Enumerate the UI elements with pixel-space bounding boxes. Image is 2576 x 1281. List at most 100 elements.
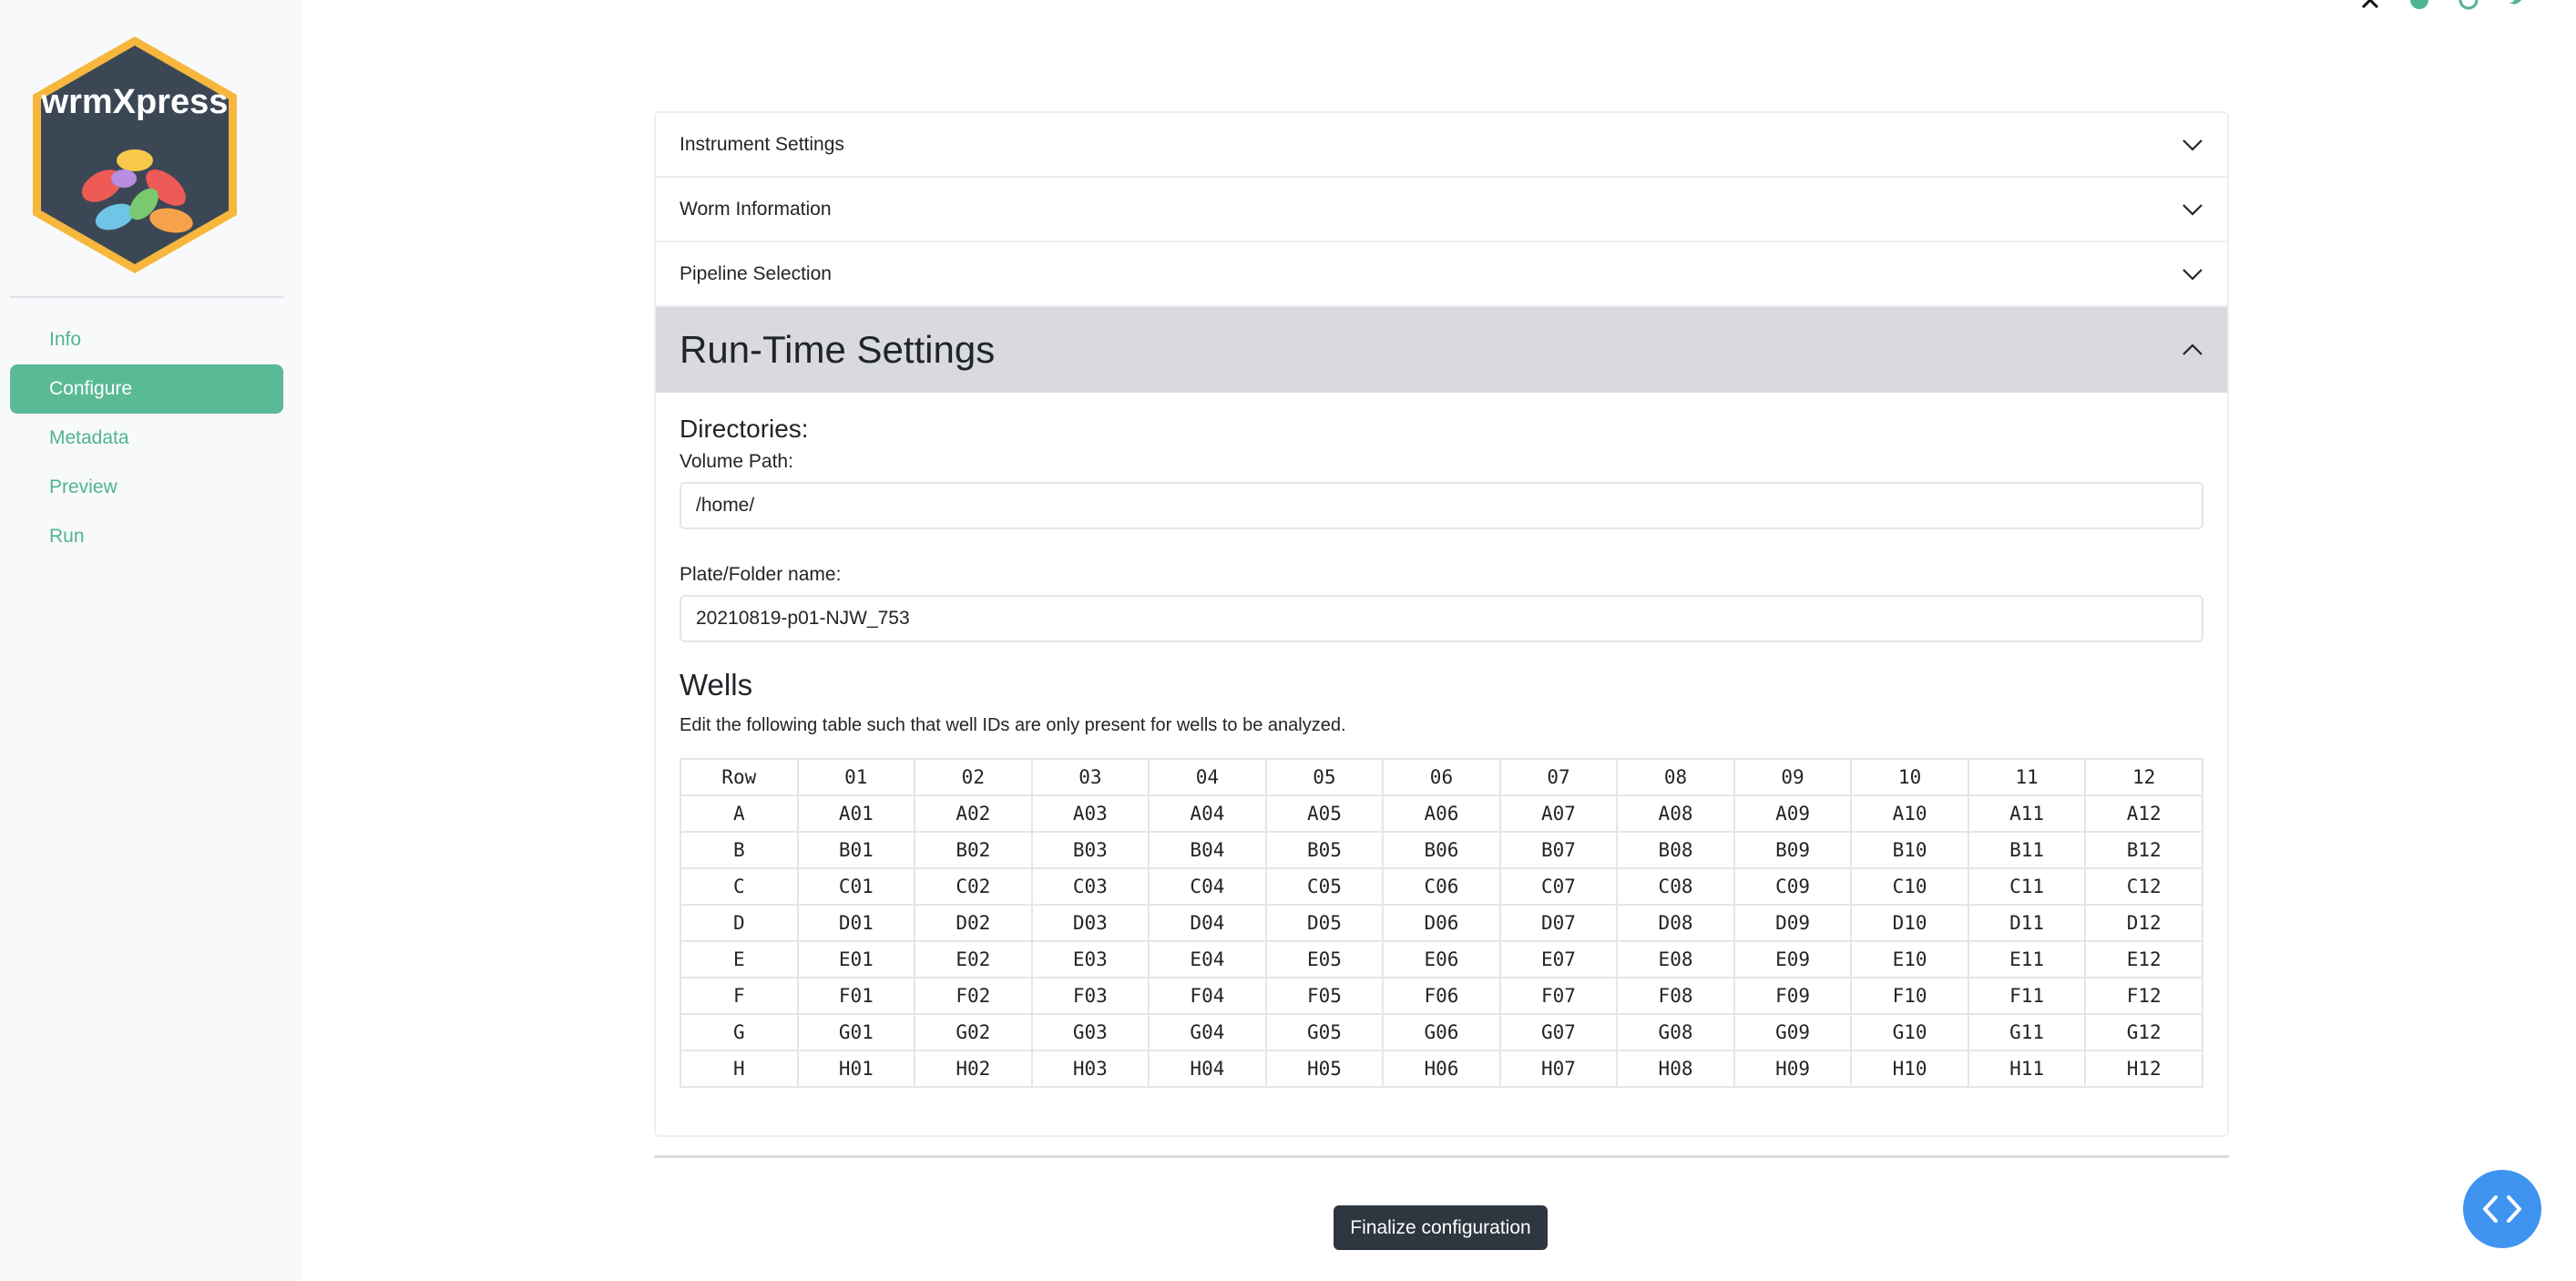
well-cell[interactable]: B07 (1498, 831, 1619, 869)
accordion-header-pipeline[interactable]: Pipeline Selection (656, 242, 2227, 305)
well-cell[interactable]: D10 (1850, 904, 1969, 942)
github-icon[interactable] (2458, 0, 2479, 11)
well-cell[interactable]: C06 (1382, 867, 1501, 906)
well-cell[interactable]: C10 (1850, 867, 1969, 906)
well-cell[interactable]: F02 (914, 977, 1033, 1015)
nav-item-run[interactable]: Run (10, 512, 283, 561)
well-cell[interactable]: E02 (914, 940, 1033, 979)
well-cell[interactable]: H01 (796, 1050, 916, 1088)
well-cell[interactable]: E07 (1498, 940, 1619, 979)
well-cell[interactable]: A01 (796, 794, 916, 833)
well-cell[interactable]: D12 (2084, 904, 2203, 942)
well-cell[interactable]: H12 (2084, 1050, 2203, 1088)
well-cell[interactable]: F08 (1616, 977, 1735, 1015)
well-cell[interactable]: B12 (2084, 831, 2203, 869)
well-cell[interactable]: G03 (1030, 1013, 1150, 1051)
accordion-header-worm[interactable]: Worm Information (656, 178, 2227, 241)
well-cell[interactable]: C11 (1967, 867, 2087, 906)
well-cell[interactable]: C09 (1733, 867, 1853, 906)
well-cell[interactable]: H07 (1498, 1050, 1619, 1088)
well-cell[interactable]: D05 (1264, 904, 1385, 942)
well-cell[interactable]: A11 (1967, 794, 2087, 833)
well-cell[interactable]: G10 (1850, 1013, 1969, 1051)
well-cell[interactable]: C05 (1264, 867, 1385, 906)
well-cell[interactable]: G06 (1382, 1013, 1501, 1051)
well-cell[interactable]: H05 (1264, 1050, 1385, 1088)
well-cell[interactable]: C12 (2084, 867, 2203, 906)
well-cell[interactable]: D03 (1030, 904, 1150, 942)
well-cell[interactable]: E10 (1850, 940, 1969, 979)
well-cell[interactable]: D07 (1498, 904, 1619, 942)
well-cell[interactable]: F10 (1850, 977, 1969, 1015)
well-cell[interactable]: B04 (1148, 831, 1267, 869)
well-cell[interactable]: D02 (914, 904, 1033, 942)
well-cell[interactable]: F03 (1030, 977, 1150, 1015)
well-cell[interactable]: A12 (2084, 794, 2203, 833)
well-cell[interactable]: H06 (1382, 1050, 1501, 1088)
accordion-header-instrument[interactable]: Instrument Settings (656, 113, 2227, 176)
accordion-header-runtime[interactable]: Run-Time Settings (656, 307, 2227, 393)
well-cell[interactable]: E12 (2084, 940, 2203, 979)
well-cell[interactable]: G02 (914, 1013, 1033, 1051)
well-cell[interactable]: B10 (1850, 831, 1969, 869)
well-cell[interactable]: H03 (1030, 1050, 1150, 1088)
well-cell[interactable]: D09 (1733, 904, 1853, 942)
well-cell[interactable]: E03 (1030, 940, 1150, 979)
well-cell[interactable]: H09 (1733, 1050, 1853, 1088)
well-cell[interactable]: G05 (1264, 1013, 1385, 1051)
well-cell[interactable]: E05 (1264, 940, 1385, 979)
nav-item-info[interactable]: Info (10, 315, 283, 364)
nav-item-preview[interactable]: Preview (10, 463, 283, 512)
well-cell[interactable]: G01 (796, 1013, 916, 1051)
well-cell[interactable]: A09 (1733, 794, 1853, 833)
well-cell[interactable]: E04 (1148, 940, 1267, 979)
well-cell[interactable]: A04 (1148, 794, 1267, 833)
well-cell[interactable]: G09 (1733, 1013, 1853, 1051)
well-cell[interactable]: F11 (1967, 977, 2087, 1015)
well-cell[interactable]: A02 (914, 794, 1033, 833)
well-cell[interactable]: C07 (1498, 867, 1619, 906)
well-cell[interactable]: D04 (1148, 904, 1267, 942)
well-cell[interactable]: H02 (914, 1050, 1033, 1088)
well-cell[interactable]: B02 (914, 831, 1033, 869)
well-cell[interactable]: B11 (1967, 831, 2087, 869)
well-cell[interactable]: A06 (1382, 794, 1501, 833)
well-cell[interactable]: F01 (796, 977, 916, 1015)
well-cell[interactable]: A05 (1264, 794, 1385, 833)
well-cell[interactable]: D06 (1382, 904, 1501, 942)
well-cell[interactable]: G11 (1967, 1013, 2087, 1051)
volume-path-input[interactable] (680, 482, 2203, 529)
well-cell[interactable]: C03 (1030, 867, 1150, 906)
well-cell[interactable]: F04 (1148, 977, 1267, 1015)
well-cell[interactable]: H04 (1148, 1050, 1267, 1088)
well-cell[interactable]: G07 (1498, 1013, 1619, 1051)
well-cell[interactable]: E06 (1382, 940, 1501, 979)
well-cell[interactable]: F05 (1264, 977, 1385, 1015)
well-cell[interactable]: H11 (1967, 1050, 2087, 1088)
well-cell[interactable]: A03 (1030, 794, 1150, 833)
well-cell[interactable]: B08 (1616, 831, 1735, 869)
well-cell[interactable]: F12 (2084, 977, 2203, 1015)
plate-folder-input[interactable] (680, 595, 2203, 642)
nav-item-metadata[interactable]: Metadata (10, 414, 283, 463)
twitter-icon[interactable] (2507, 0, 2529, 11)
x-twitter-icon[interactable] (2359, 0, 2381, 11)
well-cell[interactable]: A10 (1850, 794, 1969, 833)
well-cell[interactable]: B05 (1264, 831, 1385, 869)
well-cell[interactable]: C01 (796, 867, 916, 906)
well-cell[interactable]: C08 (1616, 867, 1735, 906)
well-cell[interactable]: D08 (1616, 904, 1735, 942)
well-cell[interactable]: C04 (1148, 867, 1267, 906)
well-cell[interactable]: G04 (1148, 1013, 1267, 1051)
well-cell[interactable]: D11 (1967, 904, 2087, 942)
well-cell[interactable]: C02 (914, 867, 1033, 906)
well-cell[interactable]: B06 (1382, 831, 1501, 869)
code-toggle-button[interactable] (2463, 1170, 2541, 1248)
well-cell[interactable]: B09 (1733, 831, 1853, 869)
well-cell[interactable]: D01 (796, 904, 916, 942)
nav-item-configure[interactable]: Configure (10, 364, 283, 414)
well-cell[interactable]: G12 (2084, 1013, 2203, 1051)
well-cell[interactable]: H08 (1616, 1050, 1735, 1088)
well-cell[interactable]: A08 (1616, 794, 1735, 833)
well-cell[interactable]: H10 (1850, 1050, 1969, 1088)
